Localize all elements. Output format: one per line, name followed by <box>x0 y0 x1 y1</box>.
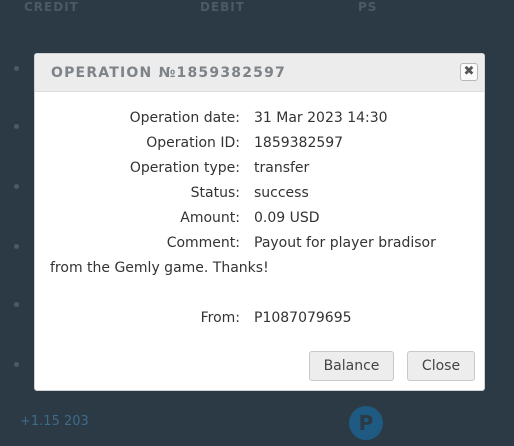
dialog-header: OPERATION №1859382597 ✖ <box>35 54 484 92</box>
bullet-icon <box>14 184 19 189</box>
field-value: P1087079695 <box>254 310 352 326</box>
payment-system-icon: P <box>349 406 383 440</box>
field-value: transfer <box>254 160 310 176</box>
bullet-icon <box>14 362 19 367</box>
field-label: Operation type: <box>129 160 240 176</box>
bullet-icon <box>14 244 19 249</box>
bullet-icon <box>14 124 19 129</box>
dialog-title: OPERATION №1859382597 <box>51 65 286 81</box>
field-label: Status: <box>190 185 240 201</box>
field-value: 0.09 USD <box>254 210 320 226</box>
field-value: success <box>254 185 309 201</box>
comment-continuation: from the Gemly game. Thanks! <box>50 260 269 276</box>
field-label: Operation ID: <box>146 135 240 151</box>
column-ps: PS <box>358 0 378 14</box>
column-debit: DEBIT <box>200 0 245 14</box>
column-credit: CREDIT <box>24 0 79 14</box>
field-label: From: <box>200 310 240 326</box>
bullet-icon <box>14 66 19 71</box>
background-table-header: CREDIT DEBIT PS <box>0 0 514 18</box>
field-value: 31 Mar 2023 14:30 <box>254 110 388 126</box>
field-value: 1859382597 <box>254 135 344 151</box>
operation-dialog: OPERATION №1859382597 ✖ Operation date: … <box>34 53 485 391</box>
close-icon[interactable]: ✖ <box>460 63 478 81</box>
balance-button[interactable]: Balance <box>309 351 394 381</box>
field-value: Payout for player bradisor <box>254 235 436 251</box>
bullet-icon <box>14 302 19 307</box>
field-label: Amount: <box>180 210 240 226</box>
field-label: Comment: <box>166 235 240 251</box>
close-button[interactable]: Close <box>407 351 475 381</box>
background-amount: +1.15 203 <box>20 414 89 429</box>
field-label: Operation date: <box>129 110 240 126</box>
